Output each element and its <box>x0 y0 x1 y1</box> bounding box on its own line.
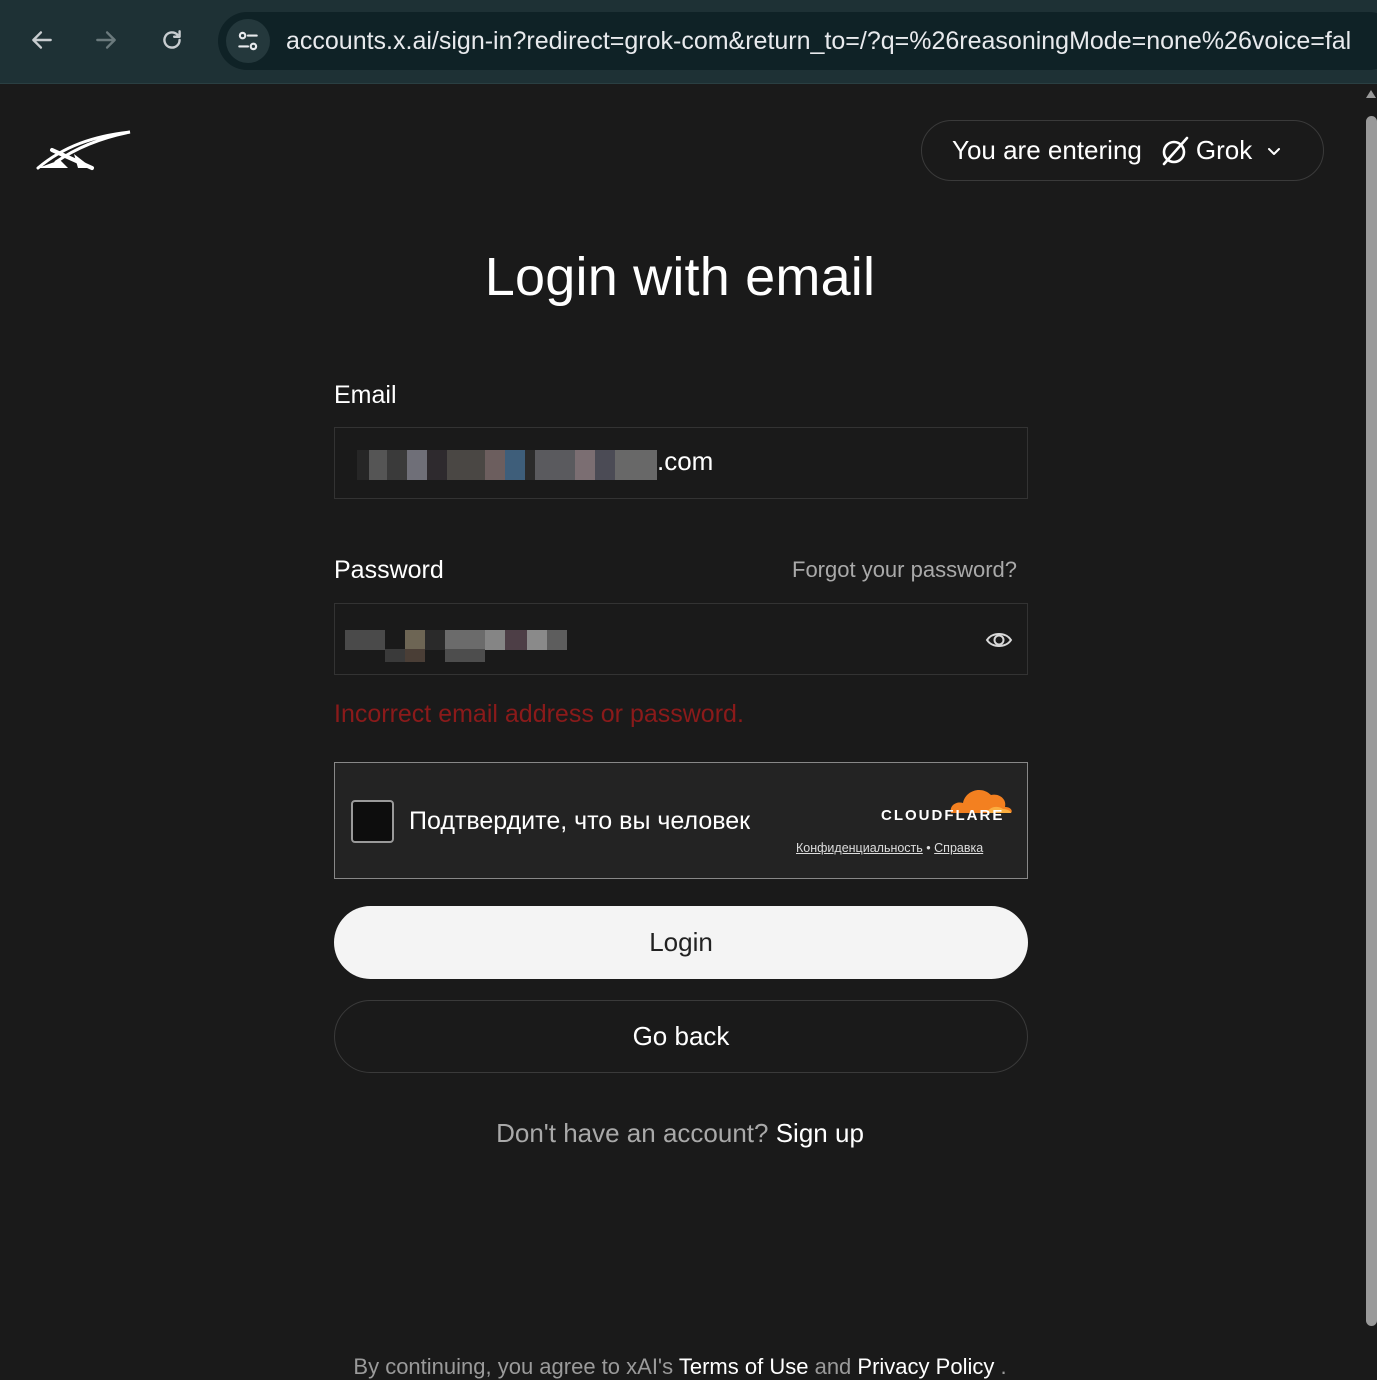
grok-icon <box>1162 136 1189 165</box>
tune-icon <box>238 31 258 51</box>
password-label: Password <box>334 556 444 584</box>
go-back-button[interactable]: Go back <box>334 1000 1028 1073</box>
site-info-button[interactable] <box>226 19 270 63</box>
reload-icon <box>163 30 181 49</box>
entering-label: You are entering <box>952 135 1142 165</box>
signup-prompt: Don't have an account? <box>496 1118 769 1148</box>
redacted-password-pixels <box>345 630 587 662</box>
back-button[interactable] <box>22 20 62 60</box>
terms-prefix: By continuing, you agree to xAI's <box>353 1354 674 1379</box>
captcha-help-link[interactable]: Справка <box>934 841 983 855</box>
password-field[interactable] <box>334 603 1028 675</box>
arrow-left-icon <box>32 31 52 49</box>
captcha-links: Конфиденциальность • Справка <box>796 841 983 855</box>
url-text[interactable]: accounts.x.ai/sign-in?redirect=grok-com&… <box>286 27 1351 56</box>
cloudflare-captcha: Подтвердите, что вы человек CLOUDFLARE К… <box>334 762 1028 879</box>
forward-button[interactable] <box>86 20 126 60</box>
cloudflare-logo-text: CLOUDFLARE <box>881 807 1005 824</box>
scroll-up-arrow[interactable] <box>1366 90 1376 98</box>
scrollbar-thumb[interactable] <box>1366 116 1377 1326</box>
signup-link[interactable]: Sign up <box>776 1118 864 1148</box>
redacted-email-pixels <box>357 450 657 480</box>
xai-logo[interactable] <box>34 128 134 176</box>
arrow-right-icon <box>96 31 116 49</box>
reload-button[interactable] <box>152 20 192 60</box>
eye-icon[interactable] <box>985 626 1013 654</box>
page-title: Login with email <box>484 247 876 307</box>
captcha-privacy-link[interactable]: Конфиденциальность <box>796 841 923 855</box>
chevron-down-icon <box>1268 147 1281 155</box>
email-value-suffix: .com <box>657 446 714 476</box>
product-name: Grok <box>1195 135 1253 165</box>
terms-of-use-link[interactable]: Terms of Use <box>679 1354 809 1379</box>
captcha-link-separator: • <box>926 841 931 855</box>
product-switcher[interactable]: You are entering Grok <box>921 120 1324 181</box>
browser-toolbar: accounts.x.ai/sign-in?redirect=grok-com&… <box>0 0 1377 84</box>
forgot-password-link[interactable]: Forgot your password? <box>792 557 1017 583</box>
terms-and: and <box>814 1354 852 1379</box>
captcha-label: Подтвердите, что вы человек <box>409 807 751 835</box>
address-bar[interactable]: accounts.x.ai/sign-in?redirect=grok-com&… <box>218 12 1377 70</box>
email-label: Email <box>334 381 397 409</box>
terms-notice: By continuing, you agree to xAI's Terms … <box>0 1354 1360 1380</box>
captcha-checkbox[interactable] <box>351 800 394 843</box>
login-button[interactable]: Login <box>334 906 1028 979</box>
terms-suffix: . <box>1000 1354 1007 1379</box>
privacy-policy-link[interactable]: Privacy Policy <box>857 1354 994 1379</box>
signup-prompt-row: Don't have an account? Sign up <box>0 1118 1360 1149</box>
login-error-message: Incorrect email address or password. <box>334 700 744 728</box>
email-field[interactable]: .com <box>334 427 1028 499</box>
